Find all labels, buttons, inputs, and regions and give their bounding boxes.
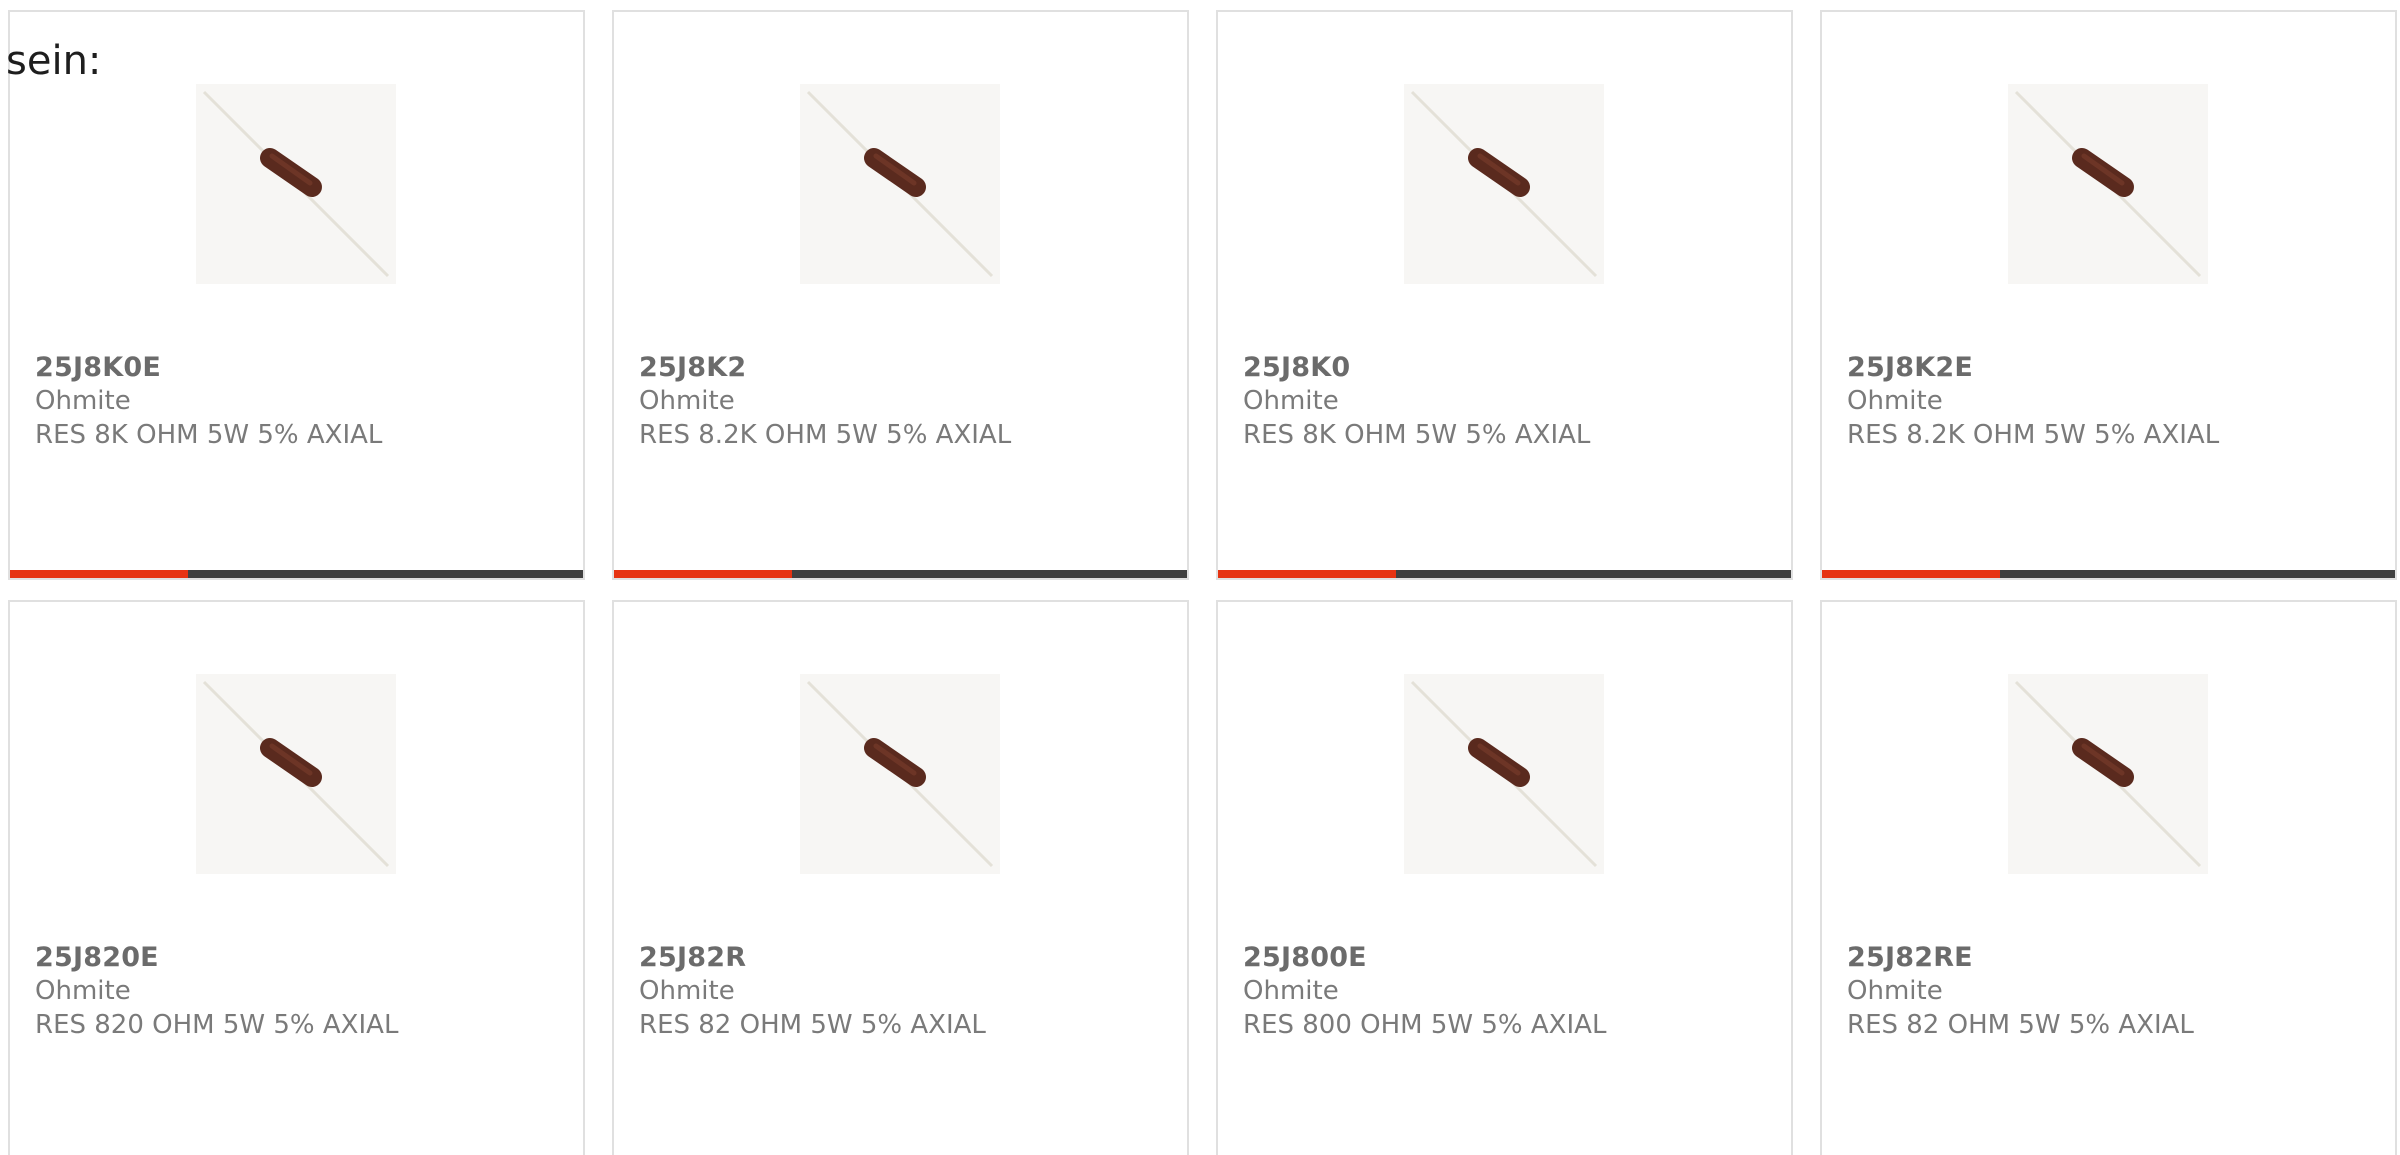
- manufacturer: Ohmite: [1847, 386, 1943, 416]
- part-number[interactable]: 25J8K2E: [1847, 352, 1973, 383]
- description: RES 8K OHM 5W 5% AXIAL: [1243, 420, 1591, 450]
- product-card[interactable]: 25J82R Ohmite RES 82 OHM 5W 5% AXIAL: [612, 600, 1189, 1155]
- progress-bar: [614, 570, 1187, 578]
- resistor-icon: [806, 680, 994, 868]
- manufacturer: Ohmite: [639, 976, 735, 1006]
- description: RES 800 OHM 5W 5% AXIAL: [1243, 1010, 1607, 1040]
- product-card[interactable]: 25J8K0E Ohmite RES 8K OHM 5W 5% AXIAL: [8, 10, 585, 580]
- resistor-icon: [1410, 90, 1598, 278]
- description: RES 82 OHM 5W 5% AXIAL: [1847, 1010, 2194, 1040]
- description: RES 8K OHM 5W 5% AXIAL: [35, 420, 383, 450]
- product-card[interactable]: 25J8K0 Ohmite RES 8K OHM 5W 5% AXIAL: [1216, 10, 1793, 580]
- manufacturer: Ohmite: [35, 386, 131, 416]
- manufacturer: Ohmite: [1847, 976, 1943, 1006]
- product-card[interactable]: 25J8K2 Ohmite RES 8.2K OHM 5W 5% AXIAL: [612, 10, 1189, 580]
- product-card[interactable]: 25J8K2E Ohmite RES 8.2K OHM 5W 5% AXIAL: [1820, 10, 2397, 580]
- part-number[interactable]: 25J8K0: [1243, 352, 1350, 383]
- manufacturer: Ohmite: [35, 976, 131, 1006]
- progress-bar: [1218, 570, 1791, 578]
- resistor-image[interactable]: [800, 674, 1000, 874]
- resistor-image[interactable]: [196, 84, 396, 284]
- manufacturer: Ohmite: [1243, 386, 1339, 416]
- resistor-image[interactable]: [196, 674, 396, 874]
- resistor-image[interactable]: [1404, 674, 1604, 874]
- description: RES 8.2K OHM 5W 5% AXIAL: [1847, 420, 2220, 450]
- product-card[interactable]: 25J800E Ohmite RES 800 OHM 5W 5% AXIAL: [1216, 600, 1793, 1155]
- resistor-icon: [202, 90, 390, 278]
- product-card[interactable]: 25J82RE Ohmite RES 82 OHM 5W 5% AXIAL: [1820, 600, 2397, 1155]
- progress-bar: [1822, 570, 2395, 578]
- description: RES 82 OHM 5W 5% AXIAL: [639, 1010, 986, 1040]
- description: RES 8.2K OHM 5W 5% AXIAL: [639, 420, 1012, 450]
- part-number[interactable]: 25J800E: [1243, 942, 1367, 973]
- part-number[interactable]: 25J82RE: [1847, 942, 1973, 973]
- progress-fill: [1822, 570, 2000, 578]
- progress-fill: [1218, 570, 1396, 578]
- resistor-icon: [806, 90, 994, 278]
- progress-bar: [10, 570, 583, 578]
- resistor-image[interactable]: [2008, 674, 2208, 874]
- resistor-icon: [1410, 680, 1598, 868]
- description: RES 820 OHM 5W 5% AXIAL: [35, 1010, 399, 1040]
- manufacturer: Ohmite: [1243, 976, 1339, 1006]
- part-number[interactable]: 25J82R: [639, 942, 746, 973]
- resistor-image[interactable]: [1404, 84, 1604, 284]
- resistor-image[interactable]: [2008, 84, 2208, 284]
- progress-fill: [10, 570, 188, 578]
- resistor-icon: [2014, 680, 2202, 868]
- part-number[interactable]: 25J820E: [35, 942, 159, 973]
- overlay-text: sein:: [6, 38, 102, 84]
- resistor-icon: [202, 680, 390, 868]
- product-card[interactable]: 25J820E Ohmite RES 820 OHM 5W 5% AXIAL: [8, 600, 585, 1155]
- resistor-icon: [2014, 90, 2202, 278]
- resistor-image[interactable]: [800, 84, 1000, 284]
- progress-fill: [614, 570, 792, 578]
- part-number[interactable]: 25J8K0E: [35, 352, 161, 383]
- manufacturer: Ohmite: [639, 386, 735, 416]
- product-grid-page: sein: 25J8K0E Ohmite RES 8K OHM 5W 5% AX…: [0, 0, 2400, 1155]
- part-number[interactable]: 25J8K2: [639, 352, 746, 383]
